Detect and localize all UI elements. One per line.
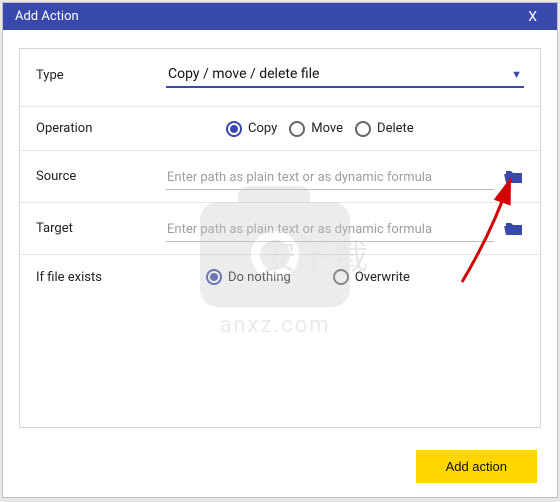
radio-icon (206, 269, 222, 285)
radio-label-do-nothing: Do nothing (228, 270, 291, 285)
radio-icon (226, 121, 242, 137)
folder-icon (504, 221, 524, 237)
source-placeholder: Enter path as plain text or as dynamic f… (167, 170, 432, 185)
add-action-button[interactable]: Add action (416, 450, 537, 483)
dialog-footer: Add action (3, 438, 557, 497)
if-exists-radio-overwrite[interactable]: Overwrite (333, 269, 410, 285)
if-exists-label: If file exists (36, 270, 166, 285)
source-label: Source (36, 169, 166, 184)
operation-radio-move[interactable]: Move (289, 121, 343, 137)
target-row: Target Enter path as plain text or as dy… (20, 203, 540, 255)
source-browse-button[interactable] (504, 169, 524, 185)
radio-label-move: Move (311, 121, 343, 136)
operation-radio-group: Copy Move Delete (226, 121, 414, 137)
radio-label-overwrite: Overwrite (355, 270, 410, 285)
radio-icon (333, 269, 349, 285)
source-input[interactable]: Enter path as plain text or as dynamic f… (166, 163, 494, 190)
source-row: Source Enter path as plain text or as dy… (20, 151, 540, 203)
if-exists-radio-do-nothing[interactable]: Do nothing (206, 269, 291, 285)
operation-radio-copy[interactable]: Copy (226, 121, 277, 137)
add-action-dialog: Add Action X Type Copy / move / delete f… (2, 2, 558, 498)
type-select[interactable]: Copy / move / delete file ▼ (166, 63, 524, 88)
radio-label-copy: Copy (248, 121, 277, 136)
dialog-body: Type Copy / move / delete file ▼ Operati… (3, 30, 557, 438)
operation-row: Operation Copy Move Delete (20, 107, 540, 151)
operation-radio-delete[interactable]: Delete (355, 121, 414, 137)
radio-icon (355, 121, 371, 137)
target-input[interactable]: Enter path as plain text or as dynamic f… (166, 215, 494, 242)
chevron-down-icon: ▼ (511, 68, 522, 81)
target-placeholder: Enter path as plain text or as dynamic f… (167, 222, 432, 237)
target-browse-button[interactable] (504, 221, 524, 237)
if-exists-row: If file exists Do nothing Overwrite (20, 255, 540, 299)
target-label: Target (36, 221, 166, 236)
radio-icon (289, 121, 305, 137)
folder-icon (504, 169, 524, 185)
radio-label-delete: Delete (377, 121, 414, 136)
type-row: Type Copy / move / delete file ▼ (20, 49, 540, 107)
type-label: Type (36, 68, 166, 83)
form-panel: Type Copy / move / delete file ▼ Operati… (19, 48, 541, 428)
if-exists-radio-group: Do nothing Overwrite (206, 269, 410, 285)
dialog-title: Add Action (15, 9, 79, 24)
close-button[interactable]: X (520, 5, 545, 29)
type-selected-value: Copy / move / delete file (168, 66, 319, 82)
titlebar: Add Action X (3, 3, 557, 30)
operation-label: Operation (36, 121, 166, 136)
